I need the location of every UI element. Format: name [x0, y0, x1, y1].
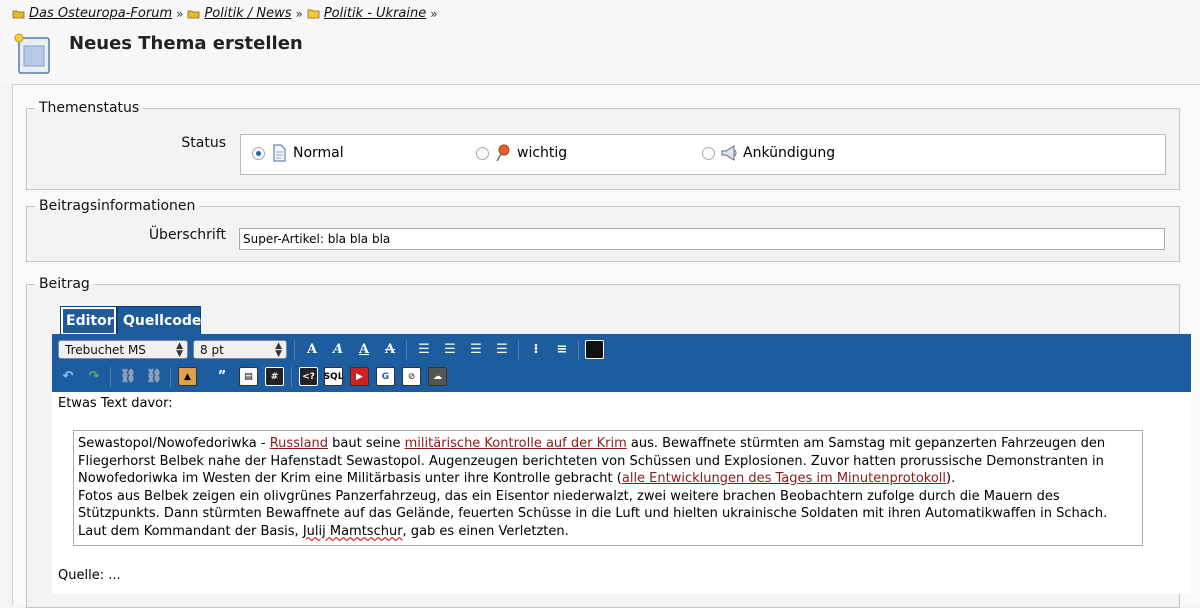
unlink-icon[interactable]: ⛓: [144, 366, 164, 386]
beitragsinfo-legend: Beitragsinformationen: [39, 198, 196, 214]
align-center-icon[interactable]: ☰: [440, 339, 460, 359]
toolbar-separator: [518, 340, 519, 360]
quote-text: baut seine: [328, 436, 405, 451]
youtube-icon[interactable]: ▶: [350, 367, 369, 386]
status-option-ankuendigung[interactable]: Ankündigung: [702, 144, 835, 162]
breadcrumb-separator: »: [176, 6, 184, 21]
page-title: Neues Thema erstellen: [69, 33, 303, 54]
toolbar-separator: [110, 367, 111, 387]
status-options: Normal wichtig Ankündigung: [240, 134, 1166, 175]
quote-text: ).: [946, 471, 956, 487]
justify-icon[interactable]: ☰: [492, 339, 512, 359]
spoiler-icon[interactable]: ▤: [239, 367, 258, 386]
font-family-value: Trebuchet MS: [65, 342, 146, 357]
font-size-select[interactable]: 8 pt ▲ ▼: [193, 340, 287, 359]
toolbar-separator: [406, 340, 407, 360]
forum-icon: [12, 10, 25, 19]
quote-text: Sewastopol/Nowofedoriwka -: [78, 436, 270, 451]
subject-input[interactable]: [239, 228, 1165, 250]
status-label-ankuendigung: Ankündigung: [743, 145, 836, 161]
toolbar-separator: [294, 340, 295, 360]
link-militaerische-kontrolle[interactable]: militärische Kontrolle auf der Krim: [405, 436, 627, 451]
megaphone-icon: [721, 145, 737, 161]
quote-icon[interactable]: ”: [212, 366, 232, 386]
select-arrows-icon: ▲ ▼: [176, 341, 183, 359]
status-label-wichtig: wichtig: [517, 145, 568, 161]
color-icon[interactable]: [585, 340, 604, 359]
map-icon[interactable]: ⊘: [402, 367, 421, 386]
breadcrumb-link-politik-news[interactable]: Politik / News: [204, 6, 291, 21]
image-icon[interactable]: ▲: [178, 367, 197, 386]
breadcrumb-separator: »: [430, 6, 438, 21]
misspelled-word: Julij Mamtschur: [302, 523, 403, 539]
align-right-icon[interactable]: ☰: [466, 339, 486, 359]
underline-icon[interactable]: A: [354, 339, 374, 359]
link-russland[interactable]: Russland: [270, 436, 328, 451]
redo-icon[interactable]: ↷: [84, 366, 104, 386]
header-area: Das Osteuropa-Forum » Politik / News » P…: [0, 0, 1200, 84]
font-size-value: 8 pt: [200, 342, 224, 357]
status-option-normal[interactable]: Normal: [252, 144, 344, 162]
quote-text: Laut dem Kommandant der Basis,: [78, 523, 303, 539]
editor-toolbar: Trebuchet MS ▲ ▼ 8 pt ▲ ▼ A A A A ☰ ☰ ☰ ☰ …: [52, 334, 1191, 392]
pin-icon: [496, 144, 510, 162]
editor-content[interactable]: Etwas Text davor: Sewastopol/Nowofedoriw…: [52, 392, 1191, 594]
sql-icon[interactable]: SQL: [324, 367, 343, 386]
link-icon[interactable]: ⛓: [118, 366, 138, 386]
status-option-wichtig[interactable]: wichtig: [476, 144, 567, 162]
select-arrows-icon: ▲ ▼: [275, 341, 282, 359]
new-topic-icon: [14, 33, 50, 74]
text-after: Quelle: ...: [58, 568, 121, 583]
toolbar-separator: [170, 367, 171, 387]
breadcrumb-link-ukraine[interactable]: Politik - Ukraine: [324, 6, 426, 21]
tab-editor[interactable]: Editor: [60, 306, 117, 335]
numbered-list-icon[interactable]: ≡: [552, 339, 572, 359]
status-label-normal: Normal: [293, 145, 344, 161]
align-left-icon[interactable]: ☰: [414, 339, 434, 359]
beitrag-legend: Beitrag: [39, 276, 90, 292]
folder-icon: [307, 9, 320, 19]
quote-text: Fotos aus Belbek zeigen ein olivgrünes P…: [78, 488, 1108, 522]
strikethrough-icon[interactable]: A: [380, 339, 400, 359]
toolbar-separator: [291, 367, 292, 387]
google-icon[interactable]: G: [376, 367, 395, 386]
soundcloud-icon[interactable]: ☁: [428, 367, 447, 386]
italic-icon[interactable]: A: [328, 339, 348, 359]
code-icon[interactable]: <?: [299, 367, 318, 386]
tab-quellcode[interactable]: Quellcode: [117, 306, 201, 335]
hash-icon[interactable]: #: [265, 367, 284, 386]
forum-icon: [188, 10, 200, 19]
breadcrumb-link-forum[interactable]: Das Osteuropa-Forum: [29, 6, 172, 21]
breadcrumb: Das Osteuropa-Forum » Politik / News » P…: [12, 6, 442, 21]
document-icon: [273, 144, 286, 162]
text-before: Etwas Text davor:: [58, 396, 173, 411]
quote-block: Sewastopol/Nowofedoriwka - Russland baut…: [73, 430, 1143, 546]
toolbar-separator: [578, 340, 579, 360]
radio-ankuendigung[interactable]: [702, 146, 715, 160]
breadcrumb-separator: »: [295, 6, 303, 21]
subject-label: Überschrift: [148, 227, 226, 243]
undo-icon[interactable]: ↶: [58, 366, 78, 386]
radio-wichtig[interactable]: [476, 146, 489, 160]
status-label: Status: [181, 135, 226, 151]
quote-text: , gab es einen Verletzten.: [402, 523, 569, 539]
bold-icon[interactable]: A: [302, 339, 322, 359]
themenstatus-legend: Themenstatus: [39, 100, 140, 116]
bullet-list-icon[interactable]: ⁝: [526, 339, 546, 359]
radio-normal[interactable]: [252, 146, 265, 160]
font-family-select[interactable]: Trebuchet MS ▲ ▼: [58, 340, 188, 359]
link-minutenprotokoll[interactable]: alle Entwicklungen des Tages im Minutenp…: [622, 471, 946, 486]
